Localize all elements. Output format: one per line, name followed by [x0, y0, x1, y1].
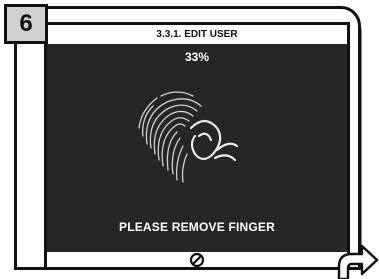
no-entry-icon: [189, 252, 205, 267]
curved-arrow-icon: [337, 244, 379, 279]
display-area: 33% PLEASE REMOVE FINGER: [47, 44, 347, 252]
screen-title: 3.3.1. EDIT USER: [156, 29, 238, 40]
fingerprint-icon: [138, 91, 239, 183]
screen-footer: [47, 252, 347, 267]
device-screen: 3.3.1. EDIT USER 33% PLEASE REMOVE FINGE…: [44, 22, 350, 270]
progress-percent: 33%: [184, 50, 210, 64]
step-badge: 6: [4, 4, 48, 44]
status-message: PLEASE REMOVE FINGER: [118, 220, 276, 234]
